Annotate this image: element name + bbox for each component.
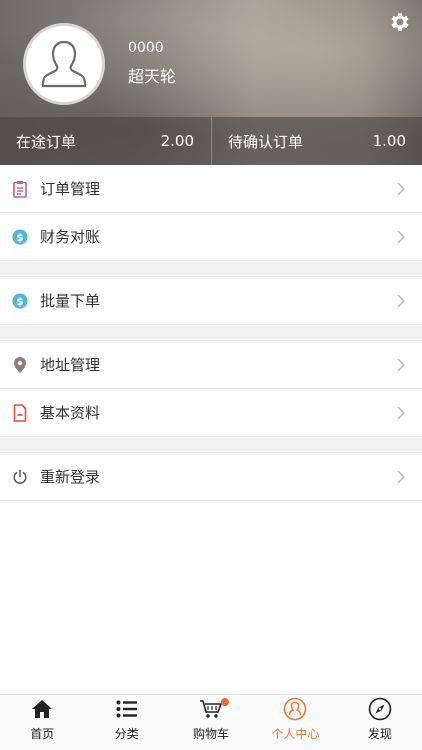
section-divider [0, 437, 422, 453]
tab-personal-center[interactable]: 个人中心 [253, 695, 337, 750]
chevron-right-icon [397, 357, 406, 372]
svg-text:$: $ [16, 231, 23, 244]
pending-value: 1.00 [372, 132, 406, 150]
dollar-coin-icon: $ [12, 228, 28, 246]
cart-badge [220, 698, 229, 706]
location-pin-icon [12, 356, 28, 374]
tab-discover[interactable]: 发现 [338, 695, 422, 750]
svg-text:$: $ [16, 295, 23, 308]
home-icon [29, 697, 55, 721]
in-transit-label: 在途订单 [16, 132, 77, 151]
tab-home[interactable]: 首页 [0, 695, 84, 750]
tab-label: 分类 [114, 727, 139, 741]
menu-label: 基本资料 [40, 404, 101, 422]
tab-label: 发现 [367, 727, 392, 741]
user-silhouette-icon [41, 40, 87, 88]
menu-list: 订单管理 $ 财务对账 $ 批量下单 地址管理 基本资料 重新登录 [0, 165, 422, 501]
tab-label: 个人中心 [271, 727, 320, 741]
tab-label: 首页 [30, 727, 55, 741]
tab-cart[interactable]: 购物车 [169, 695, 253, 750]
tab-label: 购物车 [193, 727, 230, 741]
menu-label: 订单管理 [40, 180, 101, 198]
bottom-tab-bar: 首页 分类 购物车 个人中心 发现 [0, 694, 422, 750]
compass-icon [367, 697, 393, 721]
menu-item-bulk-order[interactable]: $ 批量下单 [0, 277, 422, 325]
chevron-right-icon [397, 405, 406, 420]
menu-item-basic-info[interactable]: 基本资料 [0, 389, 422, 437]
section-divider [0, 261, 422, 277]
in-transit-value: 2.00 [160, 132, 194, 150]
chevron-right-icon [397, 293, 406, 308]
user-name: 超天轮 [128, 67, 177, 86]
document-icon [12, 403, 28, 422]
menu-label: 批量下单 [40, 292, 101, 310]
menu-item-order-management[interactable]: 订单管理 [0, 165, 422, 213]
menu-label: 财务对账 [40, 228, 101, 246]
profile-header: 0000 超天轮 在途订单 2.00 待确认订单 1.00 [0, 0, 422, 165]
user-circle-icon [282, 697, 308, 721]
menu-item-address-management[interactable]: 地址管理 [0, 341, 422, 389]
menu-label: 地址管理 [40, 356, 101, 374]
pending-label: 待确认订单 [228, 132, 304, 151]
user-id: 0000 [128, 40, 164, 56]
chevron-right-icon [397, 469, 406, 484]
list-icon [114, 697, 140, 721]
menu-item-finance-reconciliation[interactable]: $ 财务对账 [0, 213, 422, 261]
power-icon [12, 468, 28, 486]
tab-category[interactable]: 分类 [84, 695, 168, 750]
dollar-coin-icon: $ [12, 292, 28, 310]
chevron-right-icon [397, 181, 406, 196]
menu-label: 重新登录 [40, 468, 101, 486]
order-stats-bar: 在途订单 2.00 待确认订单 1.00 [0, 117, 422, 165]
settings-gear-icon[interactable] [388, 10, 412, 34]
avatar[interactable] [23, 23, 105, 105]
chevron-right-icon [397, 229, 406, 244]
clipboard-icon [12, 180, 28, 198]
section-divider [0, 325, 422, 341]
menu-item-relogin[interactable]: 重新登录 [0, 453, 422, 501]
pending-orders[interactable]: 待确认订单 1.00 [212, 117, 422, 165]
in-transit-orders[interactable]: 在途订单 2.00 [0, 117, 212, 165]
